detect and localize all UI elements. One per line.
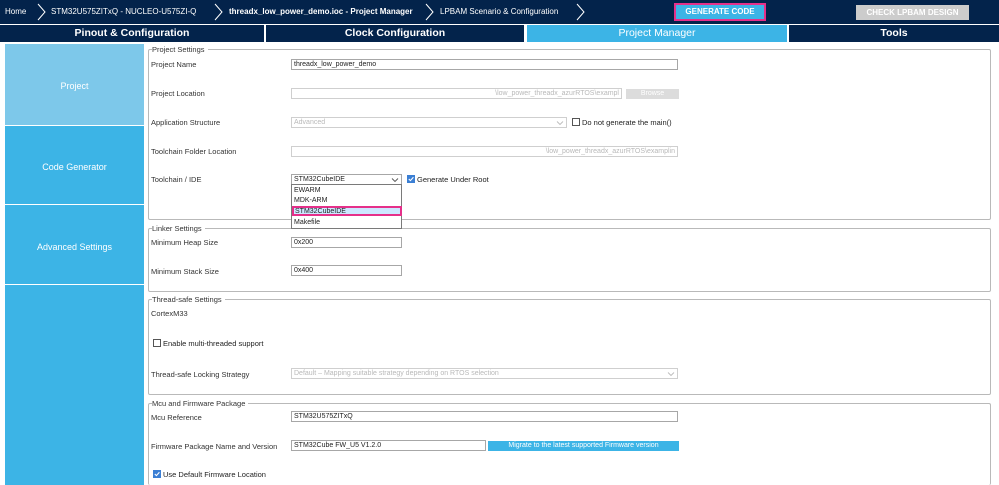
section-title: Mcu and Firmware Package — [152, 399, 249, 408]
tab-tools[interactable]: Tools — [789, 25, 999, 42]
toolchain-folder-label: Toolchain Folder Location — [151, 147, 237, 156]
breadcrumb: Home STM32U575ZITxQ - NUCLEO-U575ZI-Q th… — [0, 0, 999, 24]
breadcrumb-home[interactable]: Home — [5, 0, 26, 24]
tab-pinout-configuration[interactable]: Pinout & Configuration — [0, 25, 264, 42]
linker-settings-section: Linker Settings — [148, 224, 991, 292]
generate-under-root-checkbox[interactable] — [407, 175, 415, 183]
sidebar-item-advanced-settings[interactable]: Advanced Settings — [5, 205, 144, 284]
project-settings-section: Project Settings — [148, 45, 991, 220]
heap-size-field[interactable]: 0x200 — [291, 237, 402, 248]
core-label: CortexM33 — [151, 309, 188, 318]
sidebar-item-label: Project — [60, 81, 89, 91]
toolchain-ide-value: STM32CubeIDE — [294, 176, 345, 183]
tab-clock-configuration[interactable]: Clock Configuration — [266, 25, 524, 42]
check-lpbam-design-button[interactable]: CHECK LPBAM DESIGN — [856, 5, 969, 20]
application-structure-value: Advanced — [294, 119, 326, 126]
application-structure-label: Application Structure — [151, 118, 221, 127]
no-main-label: Do not generate the main() — [582, 118, 672, 127]
sidebar-item-label: Advanced Settings — [36, 242, 113, 252]
stack-size-label: Minimum Stack Size — [151, 267, 219, 276]
project-name-label: Project Name — [151, 60, 197, 69]
sidebar-item-label: Code Generator — [42, 162, 107, 172]
browse-button[interactable]: Browse — [626, 89, 679, 99]
multi-thread-label: Enable multi-threaded support — [163, 339, 264, 348]
chevron-right-icon — [421, 3, 439, 21]
mcu-reference-field[interactable]: STM32U575ZITxQ — [291, 411, 678, 422]
chevron-right-icon — [210, 3, 228, 21]
dropdown-option-stm32cubeide[interactable]: STM32CubeIDE — [292, 206, 402, 216]
application-structure-select[interactable]: Advanced — [291, 117, 567, 128]
section-title: Linker Settings — [152, 224, 205, 233]
chevron-down-icon — [667, 370, 675, 378]
firmware-package-label: Firmware Package Name and Version — [151, 442, 278, 451]
locking-strategy-select[interactable]: Default – Mapping suitable strategy depe… — [291, 368, 678, 379]
default-firmware-location-label: Use Default Firmware Location — [163, 470, 266, 479]
sidebar-item-project[interactable]: Project — [5, 44, 144, 125]
mcu-reference-label: Mcu Reference — [151, 413, 202, 422]
locking-strategy-value: Default – Mapping suitable strategy depe… — [294, 370, 499, 377]
toolchain-ide-label: Toolchain / IDE — [151, 175, 202, 184]
project-name-field[interactable]: threadx_low_power_demo — [291, 59, 678, 70]
dropdown-option-mdk-arm[interactable]: MDK-ARM — [293, 196, 400, 206]
firmware-package-field[interactable]: STM32Cube FW_U5 V1.2.0 — [291, 440, 486, 451]
check-icon — [154, 471, 160, 477]
project-location-field[interactable]: \low_power_threadx_azurRTOS\exampl — [291, 88, 622, 99]
default-firmware-location-checkbox[interactable] — [153, 470, 161, 478]
chevron-right-icon — [572, 3, 590, 21]
main-tabs: Pinout & Configuration Clock Configurati… — [0, 25, 999, 42]
migrate-firmware-button[interactable]: Migrate to the latest supported Firmware… — [488, 441, 679, 451]
multi-thread-checkbox[interactable] — [153, 339, 161, 347]
toolchain-dropdown-list: EWARM MDK-ARM STM32CubeIDE Makefile — [291, 184, 402, 229]
breadcrumb-lpbam[interactable]: LPBAM Scenario & Configuration — [440, 0, 558, 24]
chevron-down-icon — [391, 176, 399, 184]
chevron-down-icon — [556, 119, 564, 127]
sidebar-filler — [5, 285, 144, 485]
section-title: Project Settings — [152, 45, 208, 54]
locking-strategy-label: Thread-safe Locking Strategy — [151, 370, 250, 379]
heap-size-label: Minimum Heap Size — [151, 238, 219, 247]
sidebar-item-code-generator[interactable]: Code Generator — [5, 126, 144, 204]
dropdown-option-ewarm[interactable]: EWARM — [293, 186, 400, 196]
chevron-right-icon — [33, 3, 51, 21]
dropdown-option-makefile[interactable]: Makefile — [293, 218, 400, 228]
breadcrumb-project[interactable]: threadx_low_power_demo.ioc - Project Man… — [229, 0, 413, 24]
check-icon — [408, 176, 414, 182]
thread-safe-section: Thread-safe Settings — [148, 295, 991, 395]
generate-under-root-label: Generate Under Root — [417, 175, 489, 184]
toolchain-folder-field[interactable]: \low_power_threadx_azurRTOS\examplin — [291, 146, 678, 157]
section-title: Thread-safe Settings — [152, 295, 225, 304]
project-location-label: Project Location — [151, 89, 205, 98]
tab-project-manager[interactable]: Project Manager — [527, 25, 787, 42]
stack-size-field[interactable]: 0x400 — [291, 265, 402, 276]
no-main-checkbox[interactable] — [572, 118, 580, 126]
breadcrumb-mcu[interactable]: STM32U575ZITxQ - NUCLEO-U575ZI-Q — [51, 0, 196, 24]
generate-code-button[interactable]: GENERATE CODE — [674, 3, 766, 21]
